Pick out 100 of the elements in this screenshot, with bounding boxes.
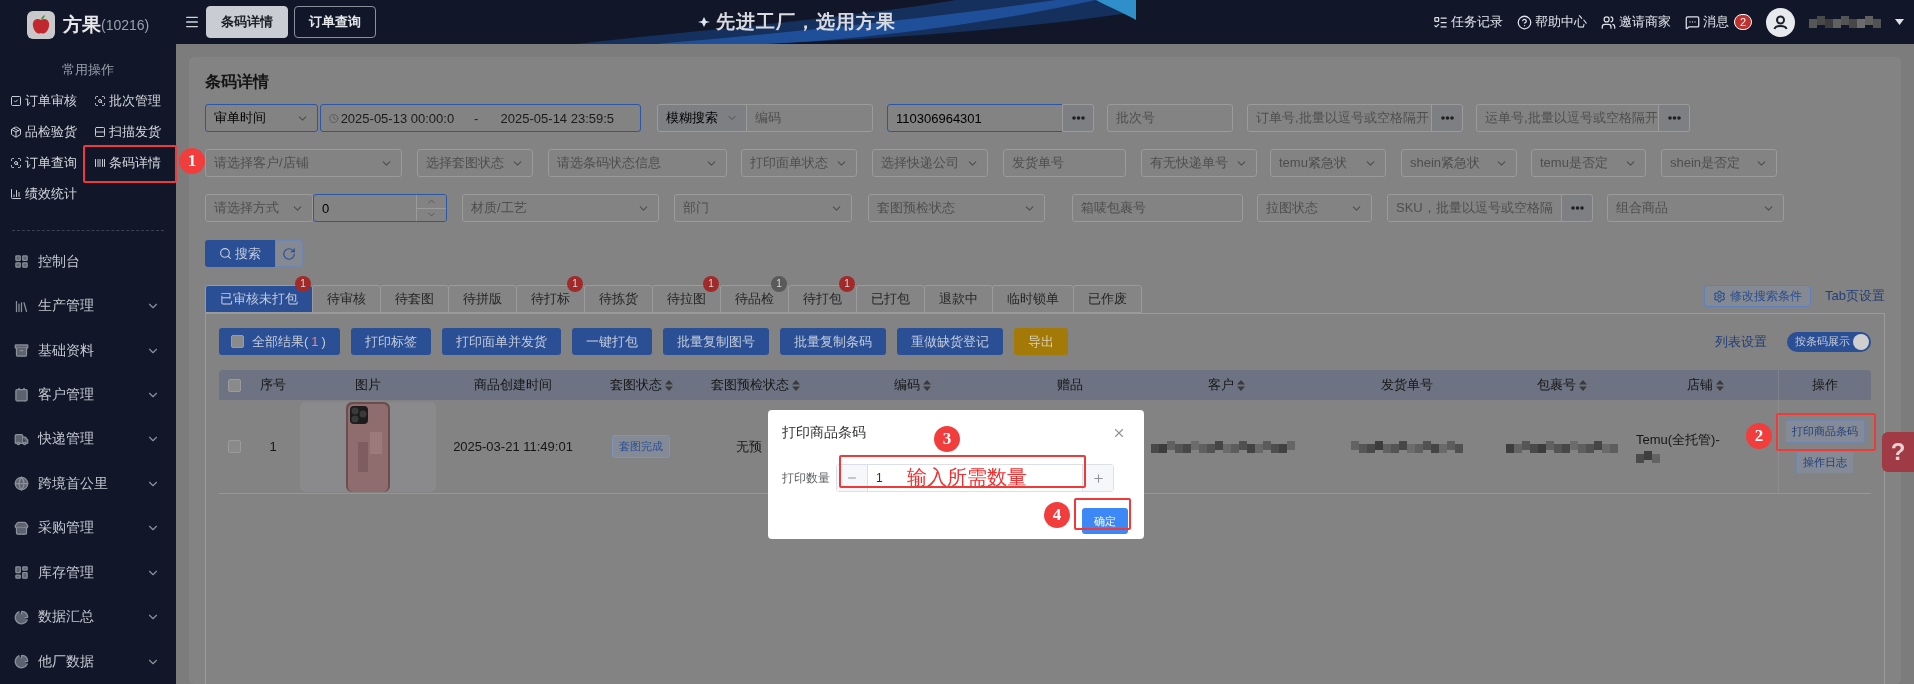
input-field[interactable]: 110306964301	[887, 104, 1063, 132]
nav-item[interactable]: 他厂数据	[0, 639, 176, 684]
table-cell: 2025-03-21 11:49:01	[453, 439, 573, 454]
ellipsis-icon	[1440, 116, 1454, 120]
mosaic-drawing	[1809, 16, 1881, 28]
sort-icon[interactable]	[664, 379, 673, 391]
nav-item[interactable]: 快递管理	[0, 417, 176, 462]
checkbox[interactable]	[231, 335, 244, 348]
search-icon	[94, 95, 106, 108]
ellipsis-icon	[1667, 116, 1681, 120]
action-button[interactable]: 导出	[1013, 328, 1068, 355]
select-all-button[interactable]: 全部结果( 1 )	[219, 328, 340, 355]
tab-settings-link[interactable]: Tab页设置	[1825, 287, 1885, 305]
status-tab[interactable]: 待拼版	[448, 285, 517, 313]
action-button[interactable]: 批量复制图号	[662, 328, 769, 355]
nav-item[interactable]: 生产管理	[0, 283, 176, 329]
sort-icon[interactable]	[1236, 379, 1245, 391]
column-header[interactable]: 套图状态	[586, 370, 696, 400]
list-settings-link[interactable]: 列表设置	[1715, 332, 1767, 351]
increment-button[interactable]	[1083, 465, 1113, 491]
shortcut-link[interactable]: 订单查询	[10, 153, 94, 174]
shortcut-link[interactable]: 绩效统计	[10, 184, 94, 205]
header-link[interactable]: 消息 2	[1684, 13, 1752, 31]
sort-icon[interactable]	[1579, 379, 1587, 391]
books-icon	[14, 298, 29, 314]
row-action-button[interactable]: 操作日志	[1795, 450, 1854, 474]
status-tab[interactable]: 已打包	[856, 285, 925, 313]
menu-icon[interactable]	[184, 14, 200, 30]
more-button[interactable]	[1431, 104, 1463, 132]
shortcut-link[interactable]: 订单审核	[10, 91, 94, 112]
status-tab[interactable]: 待审核	[312, 285, 381, 313]
status-tab[interactable]: 待套图	[380, 285, 449, 313]
checkbox[interactable]	[228, 440, 241, 453]
globe-icon	[14, 476, 29, 492]
header-link[interactable]: 帮助中心	[1516, 13, 1587, 31]
more-button[interactable]	[1062, 104, 1094, 132]
column-header[interactable]: 序号	[250, 370, 296, 400]
nav-item[interactable]: 库存管理	[0, 550, 176, 596]
shortcut-link[interactable]: 条码详情	[94, 153, 178, 174]
nav-item[interactable]: 客户管理	[0, 372, 176, 418]
avatar-icon[interactable]	[1766, 7, 1795, 37]
action-button[interactable]: 批量复制条码	[779, 328, 886, 355]
view-toggle[interactable]: 按条码展示	[1787, 331, 1871, 352]
more-button[interactable]	[1561, 194, 1593, 222]
action-button[interactable]: 打印标签	[350, 328, 431, 355]
select-field[interactable]: 审单时间	[205, 104, 318, 132]
action-button[interactable]: 一键打包	[571, 328, 652, 355]
search-mode-select[interactable]: 模糊搜索	[657, 104, 747, 132]
nav-item[interactable]: 控制台	[0, 239, 176, 284]
column-header[interactable]: 编码	[815, 370, 1010, 400]
header-link[interactable]: 邀请商家	[1600, 13, 1671, 31]
nav-item[interactable]: 基础资料	[0, 328, 176, 373]
column-header[interactable]: 商品创建时间	[440, 370, 586, 400]
nav-item[interactable]: 数据汇总	[0, 595, 176, 640]
page-tab[interactable]: 订单查询	[294, 6, 376, 38]
quantity-field[interactable]: 1 输入所需数量	[836, 464, 1114, 492]
account-number: (10216)	[101, 16, 150, 33]
column-header[interactable]: 操作	[1778, 370, 1870, 400]
shortcut-link[interactable]: 批次管理	[94, 91, 178, 112]
sort-icon[interactable]	[923, 379, 931, 391]
modify-search-button[interactable]: 修改搜索条件	[1704, 285, 1812, 307]
column-header[interactable]: 发货单号	[1322, 370, 1492, 400]
page-title: 条码详情	[205, 72, 270, 92]
help-button[interactable]: ?	[1882, 432, 1914, 472]
number-field[interactable]: 0	[313, 194, 447, 222]
action-button[interactable]: 打印面单并发货	[441, 328, 561, 355]
refresh-button[interactable]	[275, 240, 303, 267]
sort-icon[interactable]	[1715, 379, 1724, 391]
highlight-frame	[1074, 498, 1131, 530]
column-header[interactable]: 套图预检状态	[696, 370, 815, 400]
column-header[interactable]: 图片	[296, 370, 440, 400]
header-link[interactable]: 任务记录	[1432, 13, 1503, 31]
status-tab[interactable]: 已作废	[1073, 285, 1142, 313]
caret-icon[interactable]	[1895, 19, 1904, 25]
status-tab[interactable]: 待拣货	[584, 285, 653, 313]
action-button[interactable]: 重做缺货登记	[896, 328, 1003, 355]
section-title: 常用操作	[61, 61, 115, 80]
column-header[interactable]: 赠品	[1010, 370, 1130, 400]
status-tab[interactable]: 退款中	[924, 285, 993, 313]
column-header[interactable]: 客户	[1130, 370, 1322, 400]
more-button[interactable]	[1658, 104, 1690, 132]
column-header[interactable]: 包裹号	[1492, 370, 1632, 400]
table-cell: 无预	[735, 437, 762, 456]
mosaic-drawing	[1636, 450, 1660, 463]
nav-item[interactable]: 采购管理	[0, 506, 176, 551]
close-icon[interactable]	[1112, 426, 1126, 440]
checkbox[interactable]	[228, 378, 241, 392]
dialog-title: 打印商品条码	[782, 424, 866, 442]
page-tab[interactable]: 条码详情	[206, 6, 288, 38]
sort-icon[interactable]	[792, 379, 800, 391]
shortcut-link[interactable]: 扫描发货	[94, 122, 178, 143]
status-tab[interactable]: 临时锁单	[992, 285, 1074, 313]
confirm-button[interactable]: 确定	[1082, 508, 1128, 534]
search-button[interactable]: 搜索	[205, 240, 275, 267]
nav-item[interactable]: 跨境首公里	[0, 461, 176, 507]
shortcut-link[interactable]: 品检验货	[10, 122, 94, 143]
plus-icon	[1091, 471, 1105, 485]
row-action-button[interactable]: 打印商品条码	[1784, 419, 1865, 443]
column-header[interactable]: 店铺	[1632, 370, 1778, 400]
date-range-field[interactable]: 2025-05-13 00:00:0 - 2025-05-14 23:59:5	[320, 104, 641, 132]
